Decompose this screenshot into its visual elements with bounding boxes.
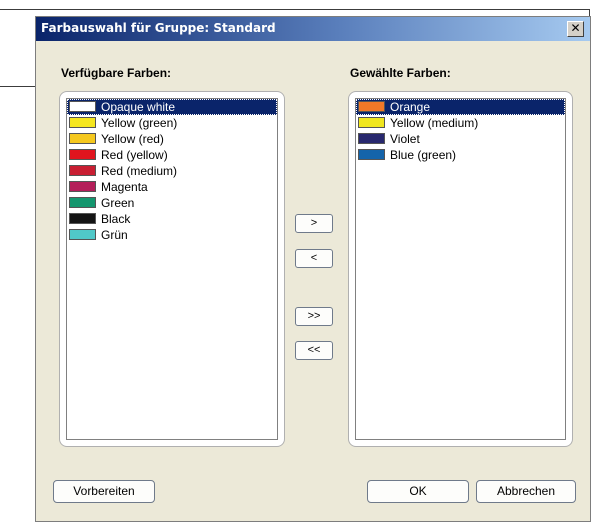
add-all-colors-button[interactable]: >>: [295, 307, 333, 326]
color-swatch-icon: [69, 213, 96, 224]
color-swatch-icon: [69, 133, 96, 144]
list-item[interactable]: Magenta: [67, 179, 277, 195]
color-swatch-icon: [69, 197, 96, 208]
list-item[interactable]: Grün: [67, 227, 277, 243]
color-swatch-icon: [69, 165, 96, 176]
list-item[interactable]: Red (yellow): [67, 147, 277, 163]
dialog-title: Farbauswahl für Gruppe: Standard: [41, 21, 276, 35]
list-item-label: Blue (green): [390, 148, 457, 162]
list-item[interactable]: Yellow (medium): [356, 115, 565, 131]
add-color-button[interactable]: >: [295, 214, 333, 233]
list-item-label: Magenta: [101, 180, 148, 194]
list-item[interactable]: Blue (green): [356, 147, 565, 163]
list-item-label: Green: [101, 196, 135, 210]
color-swatch-icon: [69, 101, 96, 112]
available-colors-list[interactable]: Opaque white Yellow (green) Yellow (red) Re…: [66, 98, 278, 440]
list-item-label: Orange: [390, 100, 431, 114]
color-selection-dialog: Farbauswahl für Gruppe: Standard ✕ Verfü…: [35, 16, 591, 522]
list-item-label: Grün: [101, 228, 128, 242]
available-colors-frame: Opaque white Yellow (green) Yellow (red) Re…: [59, 91, 285, 447]
color-swatch-icon: [358, 117, 385, 128]
title-bar: Farbauswahl für Gruppe: Standard ✕: [36, 17, 590, 41]
list-item-label: Yellow (medium): [390, 116, 479, 130]
list-item-label: Yellow (green): [101, 116, 178, 130]
selected-colors-list[interactable]: Orange Yellow (medium) Violet Blue (green): [355, 98, 566, 440]
cancel-button[interactable]: Abbrechen: [476, 480, 576, 503]
list-item-label: Red (yellow): [101, 148, 168, 162]
list-item[interactable]: Green: [67, 195, 277, 211]
list-item[interactable]: Violet: [356, 131, 565, 147]
list-item-label: Black: [101, 212, 131, 226]
color-swatch-icon: [69, 117, 96, 128]
list-item[interactable]: Black: [67, 211, 277, 227]
color-swatch-icon: [358, 149, 385, 160]
list-item-label: Violet: [390, 132, 420, 146]
selected-colors-frame: Orange Yellow (medium) Violet Blue (green): [348, 91, 573, 447]
color-swatch-icon: [69, 149, 96, 160]
close-button[interactable]: ✕: [567, 21, 584, 37]
ok-button[interactable]: OK: [367, 480, 469, 503]
list-item[interactable]: Yellow (green): [67, 115, 277, 131]
color-swatch-icon: [69, 229, 96, 240]
close-icon: ✕: [570, 21, 581, 35]
prepare-button[interactable]: Vorbereiten: [53, 480, 155, 503]
list-item[interactable]: Yellow (red): [67, 131, 277, 147]
remove-color-button[interactable]: <: [295, 249, 333, 268]
list-item[interactable]: Red (medium): [67, 163, 277, 179]
remove-all-colors-button[interactable]: <<: [295, 341, 333, 360]
color-swatch-icon: [358, 133, 385, 144]
color-swatch-icon: [358, 101, 385, 112]
list-item[interactable]: Orange: [356, 99, 565, 115]
selected-colors-label: Gewählte Farben:: [350, 66, 451, 80]
list-item[interactable]: Opaque white: [67, 99, 277, 115]
color-swatch-icon: [69, 181, 96, 192]
list-item-label: Opaque white: [101, 100, 176, 114]
available-colors-label: Verfügbare Farben:: [61, 66, 172, 80]
list-item-label: Red (medium): [101, 164, 178, 178]
list-item-label: Yellow (red): [101, 132, 164, 146]
